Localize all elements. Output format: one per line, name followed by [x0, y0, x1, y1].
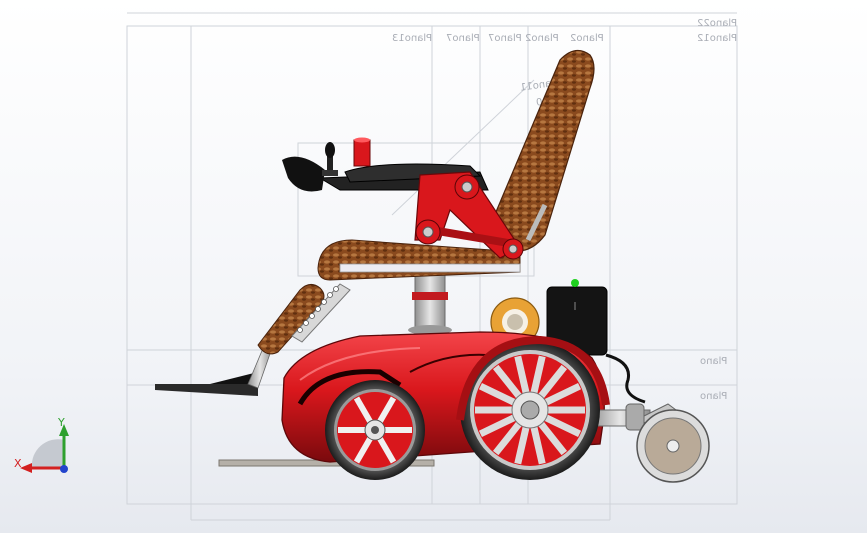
axis-x-label: X [14, 457, 22, 470]
axis-triad: Y X [14, 416, 69, 473]
power-led-icon [571, 279, 579, 287]
wheelchair-model[interactable] [0, 0, 867, 533]
axis-y-label: Y [57, 416, 65, 429]
caster-wheel[interactable] [636, 409, 710, 483]
seat-post [408, 267, 452, 335]
joystick[interactable] [322, 142, 338, 176]
footrest[interactable] [155, 345, 273, 396]
control-module[interactable] [353, 137, 371, 167]
cad-viewport[interactable]: Plano13 Plano7 Plano7 Plano2 Plano2 Plan… [0, 0, 867, 533]
front-wheel[interactable] [325, 380, 425, 480]
